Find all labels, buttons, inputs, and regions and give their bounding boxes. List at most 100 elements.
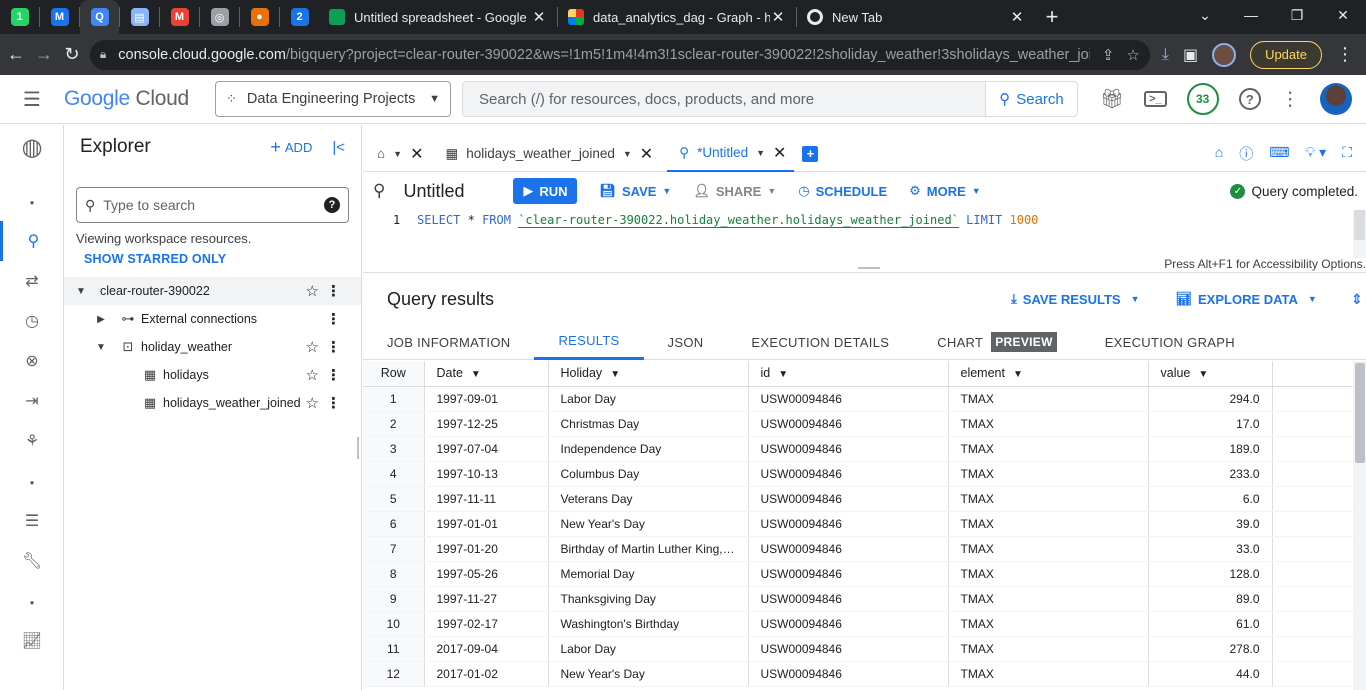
cell-id[interactable]: USW00094846 — [748, 536, 949, 562]
cell-id[interactable]: USW00094846 — [748, 636, 949, 662]
info-icon[interactable]: ⓘ — [1239, 144, 1253, 164]
table-row[interactable]: 11 2017-09-04 Labor Day USW00094846 TMAX 278.… — [363, 636, 1353, 662]
tree-item-external-connections[interactable]: ▶ ⊶ External connections ⋮ — [64, 305, 361, 333]
more-actions-icon[interactable]: ⋮ — [326, 282, 341, 300]
sql-table-reference[interactable]: `clear-router-390022.holiday_weather.hol… — [518, 213, 959, 228]
cell-date[interactable]: 1997-01-01 — [424, 511, 549, 537]
sort-caret-icon[interactable]: ▼ — [778, 369, 788, 380]
home-icon[interactable]: ⌂ — [1215, 144, 1223, 164]
star-icon[interactable]: ☆ — [306, 282, 319, 300]
cell-element[interactable]: TMAX — [948, 611, 1149, 637]
run-button[interactable]: ▶ RUN — [513, 178, 578, 204]
explore-data-button[interactable]: 📊︎ EXPLORE DATA ▼ — [1175, 291, 1316, 307]
editor-results-splitter[interactable] — [858, 267, 880, 269]
cell-holiday[interactable]: Memorial Day — [548, 561, 749, 587]
partner-center-icon[interactable]: ⚘ — [0, 421, 64, 461]
cell-element[interactable]: TMAX — [948, 536, 1149, 562]
more-button[interactable]: ⚙ MORE ▼ — [909, 183, 981, 199]
panel-resize-handle[interactable] — [357, 437, 359, 459]
bigquery-logo-icon[interactable]: ◍ — [0, 127, 64, 167]
cell-holiday[interactable]: Labor Day — [548, 636, 749, 662]
sql-line[interactable]: SELECT * FROM `clear-router-390022.holid… — [417, 213, 1038, 228]
sort-caret-icon[interactable]: ▼ — [471, 369, 481, 380]
cell-holiday[interactable]: New Year's Day — [548, 511, 749, 537]
table-row[interactable]: 2 1997-12-25 Christmas Day USW00094846 TMAX 1… — [363, 411, 1353, 437]
cell-date[interactable]: 1997-01-20 — [424, 536, 549, 562]
cell-holiday[interactable]: Columbus Day — [548, 461, 749, 487]
cell-value[interactable]: 33.0 — [1148, 536, 1273, 562]
add-data-button[interactable]: + ADD — [270, 137, 312, 158]
cell-id[interactable]: USW00094846 — [748, 486, 949, 512]
cell-row[interactable]: 2 — [363, 411, 425, 437]
close-tab-icon[interactable]: ✕ — [640, 144, 653, 164]
more-actions-icon[interactable]: ⋮ — [326, 338, 341, 356]
cloud-shell-icon[interactable]: >_ — [1144, 91, 1167, 107]
cell-date[interactable]: 1997-10-13 — [424, 461, 549, 487]
more-actions-icon[interactable]: ⋮ — [326, 366, 341, 384]
cell-row[interactable]: 10 — [363, 611, 425, 637]
cell-element[interactable]: TMAX — [948, 586, 1149, 612]
search-input[interactable]: Search (/) for resources, docs, products… — [463, 91, 985, 108]
gift-icon[interactable]: 🎁︎ — [1100, 87, 1124, 111]
cell-value[interactable]: 89.0 — [1148, 586, 1273, 612]
table-row[interactable]: 10 1997-02-17 Washington's Birthday USW0009… — [363, 611, 1353, 637]
cell-id[interactable]: USW00094846 — [748, 511, 949, 537]
scrollbar-thumb[interactable] — [1354, 363, 1365, 463]
help-icon[interactable]: ? — [1238, 88, 1261, 110]
cell-element[interactable]: TMAX — [948, 386, 1149, 412]
pinned-tab[interactable]: Q — [80, 0, 119, 34]
account-avatar[interactable] — [1319, 83, 1352, 115]
table-row[interactable]: 12 2017-01-02 New Year's Day USW00094846 TMA… — [363, 661, 1353, 687]
dropdown-caret-icon[interactable]: ▼ — [756, 148, 765, 158]
profile-avatar[interactable] — [1212, 42, 1237, 67]
tab-holidays-weather-joined[interactable]: ▦ holidays_weather_joined ▼ ✕ — [431, 136, 661, 172]
tab-job-information[interactable]: JOB INFORMATION — [387, 325, 534, 360]
cell-id[interactable]: USW00094846 — [748, 436, 949, 462]
cell-date[interactable]: 1997-05-26 — [424, 561, 549, 587]
tab-untitled-query[interactable]: ⚲ *Untitled ▼ ✕ — [667, 135, 795, 172]
sql-workspace-icon[interactable]: ⚲ — [0, 221, 64, 261]
cell-id[interactable]: USW00094846 — [748, 611, 949, 637]
cell-date[interactable]: 1997-02-17 — [424, 611, 549, 637]
cell-row[interactable]: 5 — [363, 486, 425, 512]
browser-tab-airflow[interactable]: data_analytics_dag - Graph - holi ✕ — [558, 0, 796, 34]
help-icon[interactable]: ? — [324, 197, 340, 213]
pinned-tab[interactable]: M — [160, 0, 199, 34]
cell-holiday[interactable]: Labor Day — [548, 386, 749, 412]
save-button[interactable]: 💾︎ SAVE ▼ — [599, 183, 671, 199]
cell-row[interactable]: 11 — [363, 636, 425, 662]
table-row[interactable]: 3 1997-07-04 Independence Day USW00094846 TM… — [363, 436, 1353, 462]
scrollbar-thumb[interactable] — [1354, 210, 1365, 240]
cell-id[interactable]: USW00094846 — [748, 661, 949, 687]
cell-value[interactable]: 61.0 — [1148, 611, 1273, 637]
more-actions-icon[interactable]: ⋮ — [326, 310, 341, 328]
capacity-chart-icon[interactable]: 📈︎ — [0, 621, 64, 661]
show-starred-only-link[interactable]: SHOW STARRED ONLY — [64, 246, 361, 266]
data-transfers-icon[interactable]: ⇄ — [0, 261, 64, 301]
star-icon[interactable]: ☆ — [306, 338, 319, 356]
cell-id[interactable]: USW00094846 — [748, 561, 949, 587]
column-header-element[interactable]: element ▼ — [948, 361, 1149, 387]
column-header-value[interactable]: value ▼ — [1148, 361, 1273, 387]
table-row[interactable]: 7 1997-01-20 Birthday of Martin Luther Kin… — [363, 536, 1353, 562]
cell-date[interactable]: 1997-11-27 — [424, 586, 549, 612]
table-row[interactable]: 5 1997-11-11 Veterans Day USW00094846 TMAX 6.… — [363, 486, 1353, 512]
close-tab-icon[interactable]: ✕ — [410, 144, 423, 164]
cell-holiday[interactable]: Christmas Day — [548, 411, 749, 437]
tree-item-table-holidays-weather-joined[interactable]: ▦ holidays_weather_joined ☆ ⋮ — [64, 389, 361, 417]
schedule-button[interactable]: ◷ SCHEDULE — [798, 183, 887, 199]
browser-tab-newtab[interactable]: New Tab ✕ — [797, 0, 1035, 34]
cell-element[interactable]: TMAX — [948, 411, 1149, 437]
collapse-panel-icon[interactable]: |< — [332, 139, 345, 156]
cell-row[interactable]: 6 — [363, 511, 425, 537]
expand-arrow-icon[interactable]: ▼ — [74, 286, 88, 297]
pinned-tab[interactable]: ◎ — [200, 0, 239, 34]
dropdown-caret-icon[interactable]: ▼ — [623, 149, 632, 159]
table-row[interactable]: 6 1997-01-01 New Year's Day USW00094846 TMAX… — [363, 511, 1353, 537]
column-header-date[interactable]: Date ▼ — [424, 361, 549, 387]
tab-search-icon[interactable]: ⌄ — [1182, 0, 1228, 30]
cell-holiday[interactable]: New Year's Day — [548, 661, 749, 687]
lightbulb-icon[interactable]: 💡︎ ▾ — [1305, 144, 1326, 164]
analytics-hub-icon[interactable]: ⊗ — [0, 341, 64, 381]
cell-date[interactable]: 1997-09-01 — [424, 386, 549, 412]
